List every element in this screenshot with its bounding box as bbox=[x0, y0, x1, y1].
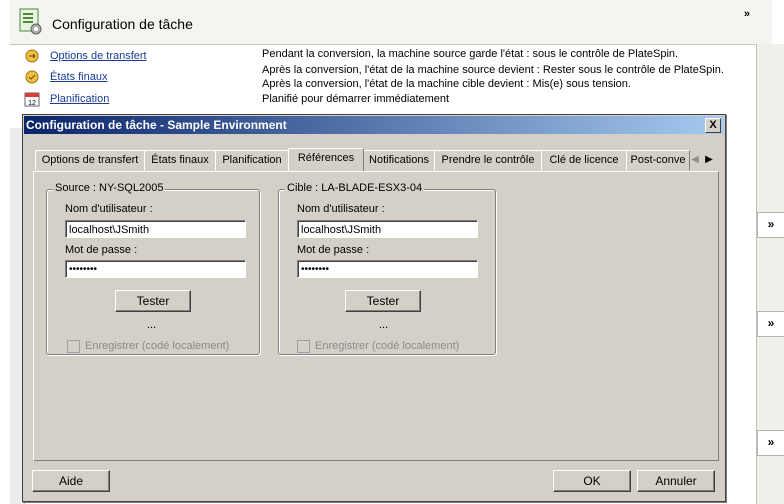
source-password-label: Mot de passe : bbox=[65, 244, 138, 256]
collapse-section-button-3[interactable]: » bbox=[757, 430, 784, 456]
end-states-desc-source: Après la conversion, l'état de la machin… bbox=[262, 64, 724, 76]
background-header: Configuration de tâche » bbox=[10, 0, 772, 45]
target-status-dots: ... bbox=[379, 319, 389, 331]
tab-take-control[interactable]: Prendre le contrôle bbox=[434, 150, 542, 171]
source-group: Source : NY-SQL2005 Nom d'utilisateur : … bbox=[46, 182, 260, 355]
schedule-link[interactable]: Planification bbox=[50, 93, 109, 105]
end-states-desc-target: Après la conversion, l'état de la machin… bbox=[262, 78, 631, 90]
transfer-options-link[interactable]: Options de transfert bbox=[50, 50, 147, 62]
tab-schedule[interactable]: Planification bbox=[215, 150, 289, 171]
tab-post-conversion[interactable]: Post-conve bbox=[626, 150, 690, 171]
schedule-desc: Planifié pour démarrer immédiatement bbox=[262, 93, 450, 105]
target-user-label: Nom d'utilisateur : bbox=[297, 203, 385, 215]
tab-end-states[interactable]: États finaux bbox=[144, 150, 216, 171]
dialog-title: Configuration de tâche - Sample Environm… bbox=[26, 118, 287, 132]
target-group: Cible : LA-BLADE-ESX3-04 Nom d'utilisate… bbox=[278, 182, 496, 355]
collapse-section-button-1[interactable]: » bbox=[757, 212, 784, 238]
tab-scroll-left-icon[interactable]: ◀ bbox=[690, 154, 700, 166]
source-user-label: Nom d'utilisateur : bbox=[65, 203, 153, 215]
source-password-input[interactable]: •••••••• bbox=[65, 260, 246, 278]
transfer-options-icon bbox=[25, 49, 39, 63]
help-button[interactable]: Aide bbox=[32, 470, 110, 492]
target-password-label: Mot de passe : bbox=[297, 244, 370, 256]
task-configuration-dialog: Configuration de tâche - Sample Environm… bbox=[22, 114, 726, 502]
credentials-panel: Source : NY-SQL2005 Nom d'utilisateur : … bbox=[33, 171, 719, 461]
target-save-checkbox[interactable] bbox=[297, 340, 310, 353]
dialog-titlebar[interactable]: Configuration de tâche - Sample Environm… bbox=[24, 116, 724, 134]
tab-credentials[interactable]: Références bbox=[288, 148, 364, 171]
source-save-checkbox[interactable] bbox=[67, 340, 80, 353]
tab-transfer-options[interactable]: Options de transfert bbox=[35, 150, 145, 171]
target-save-label: Enregistrer (codé localement) bbox=[315, 340, 460, 352]
target-password-input[interactable]: •••••••• bbox=[297, 260, 478, 278]
tab-strip: Options de transfert États finaux Planif… bbox=[35, 148, 715, 171]
source-username-input[interactable]: localhost\JSmith bbox=[65, 220, 246, 238]
tab-scroll-right-icon[interactable]: ▶ bbox=[704, 154, 714, 166]
source-save-label: Enregistrer (codé localement) bbox=[85, 340, 230, 352]
collapse-section-button-2[interactable]: » bbox=[757, 311, 784, 337]
double-chevron-up-icon[interactable]: » bbox=[744, 8, 750, 20]
end-states-link[interactable]: États finaux bbox=[50, 71, 107, 83]
source-legend: Source : NY-SQL2005 bbox=[53, 182, 166, 194]
task-configuration-icon bbox=[19, 8, 42, 35]
target-legend: Cible : LA-BLADE-ESX3-04 bbox=[285, 182, 425, 194]
transfer-options-desc: Pendant la conversion, la machine source… bbox=[262, 48, 679, 60]
tab-notifications[interactable]: Notifications bbox=[363, 150, 435, 171]
cancel-button[interactable]: Annuler bbox=[637, 470, 715, 492]
close-button[interactable]: X bbox=[705, 118, 721, 133]
svg-text:12: 12 bbox=[28, 100, 36, 107]
ok-button[interactable]: OK bbox=[553, 470, 631, 492]
background-title: Configuration de tâche bbox=[52, 16, 193, 32]
source-test-button[interactable]: Tester bbox=[115, 290, 191, 312]
target-username-input[interactable]: localhost\JSmith bbox=[297, 220, 478, 238]
calendar-icon: 12 bbox=[24, 92, 40, 107]
target-test-button[interactable]: Tester bbox=[345, 290, 421, 312]
tab-license-key[interactable]: Clé de licence bbox=[541, 150, 627, 171]
end-states-icon bbox=[25, 70, 39, 84]
source-status-dots: ... bbox=[147, 319, 157, 331]
